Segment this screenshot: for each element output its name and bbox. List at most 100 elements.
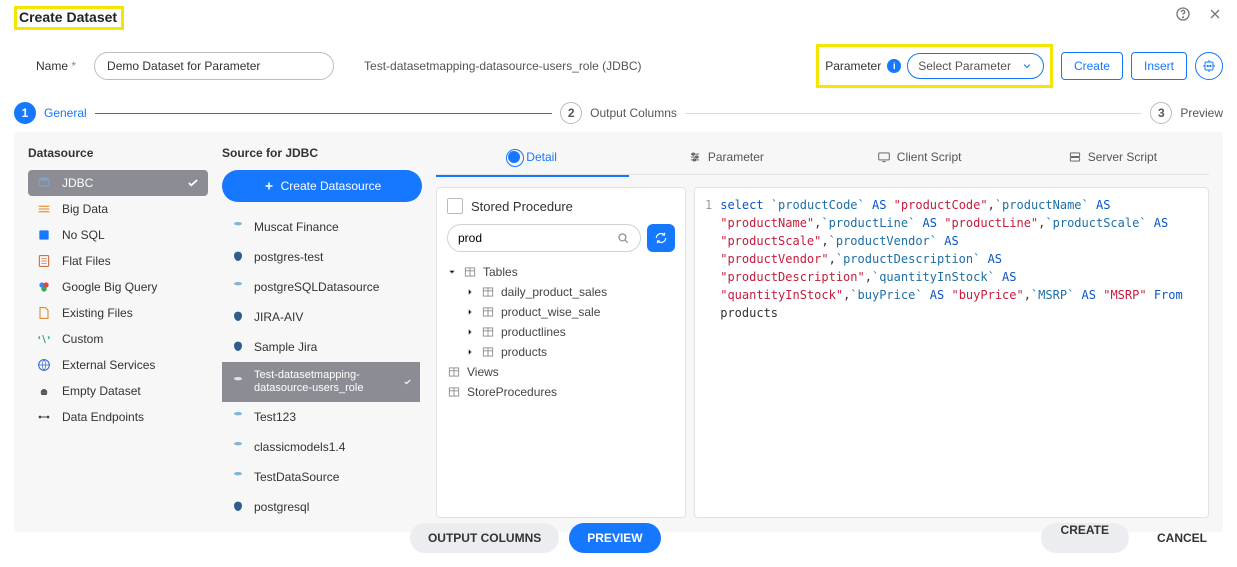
source-item[interactable]: TestDataSource — [222, 462, 420, 492]
source-item-selected[interactable]: Test-datasetmapping-datasource-users_rol… — [222, 362, 420, 402]
table-icon — [481, 345, 495, 359]
datasource-heading: Datasource — [28, 146, 208, 160]
tab-client-script[interactable]: Client Script — [823, 146, 1016, 174]
flatfiles-icon — [36, 253, 52, 269]
parameter-highlight: Parameter i Select Parameter — [816, 44, 1053, 88]
table-icon — [481, 325, 495, 339]
chevron-down-icon — [447, 267, 457, 277]
parameter-select[interactable]: Select Parameter — [907, 53, 1044, 79]
tree-table-item[interactable]: productlines — [465, 322, 675, 342]
parameter-placeholder: Select Parameter — [918, 59, 1011, 73]
ai-icon[interactable] — [1195, 52, 1223, 80]
source-item[interactable]: postgres-test — [222, 242, 420, 272]
tab-underline — [436, 175, 629, 177]
chevron-right-icon — [465, 307, 475, 317]
name-input[interactable] — [94, 52, 334, 80]
postgres-icon — [230, 309, 246, 325]
nosql-icon — [36, 227, 52, 243]
postgres-icon — [230, 499, 246, 515]
empty-icon — [36, 383, 52, 399]
chevron-right-icon — [465, 287, 475, 297]
preview-button[interactable]: PREVIEW — [569, 523, 660, 553]
refresh-button[interactable] — [647, 224, 675, 252]
jdbc-icon — [36, 175, 52, 191]
source-item[interactable]: postgreSQLDatasource — [222, 272, 420, 302]
stored-procedure-label: Stored Procedure — [471, 199, 573, 214]
postgres-icon — [230, 249, 246, 265]
external-icon — [36, 357, 52, 373]
step-general[interactable]: 1 General — [14, 102, 87, 124]
tree-table-item[interactable]: product_wise_sale — [465, 302, 675, 322]
client-script-icon — [877, 150, 891, 164]
datasource-item-jdbc[interactable]: JDBC — [28, 170, 208, 196]
chevron-right-icon — [465, 327, 475, 337]
footer-create-button[interactable]: CREATE — [1041, 523, 1129, 553]
schema-panel: Stored Procedure Tables daily_product_sa… — [436, 187, 686, 518]
page-title: Create Dataset — [19, 9, 117, 25]
schema-search-field[interactable] — [447, 224, 641, 252]
db-icon — [230, 374, 246, 390]
help-icon[interactable] — [1175, 6, 1191, 22]
table-icon — [481, 285, 495, 299]
tree-table-item[interactable]: daily_product_sales — [465, 282, 675, 302]
table-icon — [463, 265, 477, 279]
chevron-down-icon — [1021, 60, 1033, 72]
datasource-item[interactable]: Google Big Query — [28, 274, 208, 300]
datasource-item[interactable]: Custom — [28, 326, 208, 352]
step-preview[interactable]: 3 Preview — [1150, 102, 1223, 124]
tab-parameter[interactable]: Parameter — [629, 146, 822, 174]
insert-button[interactable]: Insert — [1131, 52, 1187, 80]
create-button[interactable]: Create — [1061, 52, 1123, 80]
db-icon — [230, 409, 246, 425]
refresh-icon — [654, 231, 668, 245]
stored-procedure-row[interactable]: Stored Procedure — [447, 198, 675, 214]
source-heading: Source for JDBC — [222, 146, 422, 160]
db-icon — [230, 279, 246, 295]
sql-code[interactable]: select `productCode` AS "productCode",`p… — [720, 196, 1198, 509]
footer-cancel-button[interactable]: CANCEL — [1157, 531, 1207, 545]
db-icon — [230, 219, 246, 235]
output-columns-button[interactable]: OUTPUT COLUMNS — [410, 523, 559, 553]
datasource-item[interactable]: No SQL — [28, 222, 208, 248]
db-icon — [230, 469, 246, 485]
datasource-item[interactable]: Existing Files — [28, 300, 208, 326]
parameter-icon — [688, 150, 702, 164]
datasource-item[interactable]: Big Data — [28, 196, 208, 222]
server-script-icon — [1068, 150, 1082, 164]
tree-tables[interactable]: Tables — [447, 262, 675, 282]
bigquery-icon — [36, 279, 52, 295]
source-item[interactable]: JIRA-AIV — [222, 302, 420, 332]
tab-detail[interactable]: Detail — [436, 146, 629, 174]
tree-views[interactable]: Views — [447, 362, 675, 382]
source-item[interactable]: classicmodels1.4 — [222, 432, 420, 462]
postgres-icon — [230, 339, 246, 355]
line-number: 1 — [705, 196, 712, 509]
source-item[interactable]: postgresql — [222, 492, 420, 518]
stored-procedure-checkbox[interactable] — [447, 198, 463, 214]
info-icon[interactable]: i — [887, 59, 901, 73]
tree-table-item[interactable]: products — [465, 342, 675, 362]
source-item[interactable]: Test123 — [222, 402, 420, 432]
custom-icon — [36, 331, 52, 347]
datasource-item[interactable]: Empty Dataset — [28, 378, 208, 404]
db-icon — [230, 439, 246, 455]
schema-search-input[interactable] — [458, 231, 616, 245]
step-output-columns[interactable]: 2 Output Columns — [560, 102, 677, 124]
name-label: Name * — [36, 59, 76, 73]
datasource-item[interactable]: Flat Files — [28, 248, 208, 274]
create-datasource-button[interactable]: Create Datasource — [222, 170, 422, 202]
datasource-string: Test-datasetmapping-datasource-users_rol… — [364, 59, 641, 73]
sql-editor[interactable]: 1 select `productCode` AS "productCode",… — [694, 187, 1209, 518]
source-item[interactable]: Sample Jira — [222, 332, 420, 362]
close-icon[interactable] — [1207, 6, 1223, 22]
datasource-item[interactable]: Data Endpoints — [28, 404, 208, 430]
endpoints-icon — [36, 409, 52, 425]
title-highlight: Create Dataset — [14, 6, 124, 30]
datasource-item[interactable]: External Services — [28, 352, 208, 378]
tab-server-script[interactable]: Server Script — [1016, 146, 1209, 174]
source-item[interactable]: Muscat Finance — [222, 212, 420, 242]
table-icon — [481, 305, 495, 319]
table-icon — [447, 385, 461, 399]
step-line — [95, 113, 552, 114]
tree-storeprocedures[interactable]: StoreProcedures — [447, 382, 675, 402]
